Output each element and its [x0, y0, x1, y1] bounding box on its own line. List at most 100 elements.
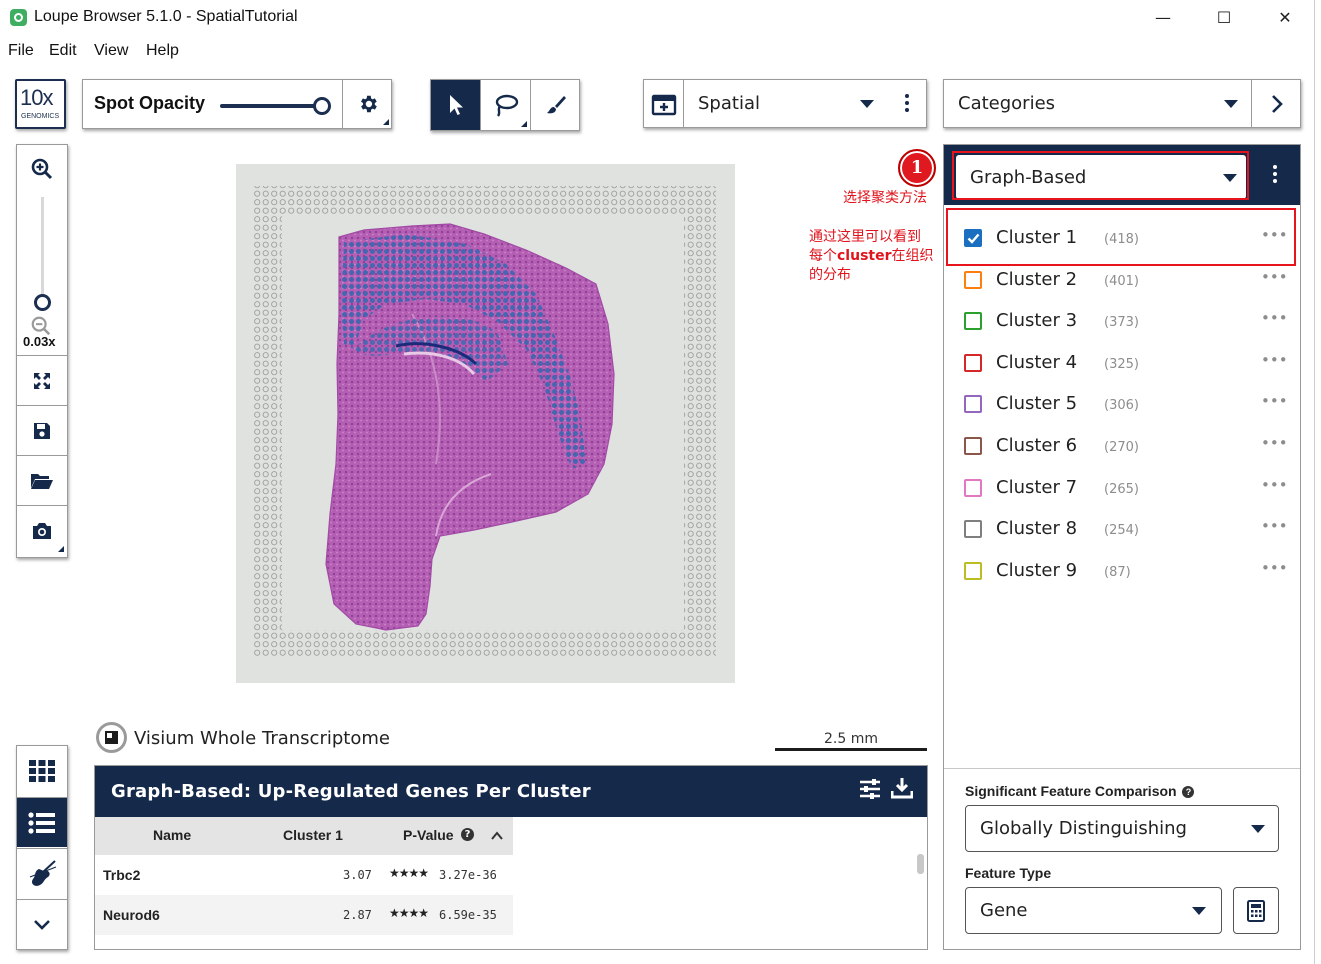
chevron-down-icon [1192, 907, 1206, 915]
maximize-button[interactable]: ☐ [1209, 6, 1239, 30]
logo-mark: 10x [20, 85, 53, 110]
calculator-button[interactable] [1233, 887, 1279, 934]
help-icon[interactable]: ? [1182, 786, 1195, 798]
cluster-checkbox[interactable] [964, 312, 982, 331]
lasso-tool-button[interactable] [480, 80, 530, 130]
menu-edit[interactable]: Edit [49, 42, 77, 60]
spot-opacity-slider-handle[interactable] [313, 97, 331, 115]
gene-panel-title: Graph-Based: Up-Regulated Genes Per Clus… [111, 781, 591, 802]
cluster-checkbox[interactable] [964, 437, 982, 455]
list-icon [28, 811, 55, 834]
column-header-pvalue[interactable]: P-Value [403, 827, 454, 843]
screenshot-button[interactable] [17, 505, 67, 555]
selection-tool-group [430, 79, 580, 131]
cluster-row[interactable]: Cluster 3 (373) ••• [964, 307, 1288, 337]
cluster-more-button[interactable]: ••• [1261, 351, 1288, 369]
folder-open-icon [31, 473, 53, 489]
open-file-button[interactable] [17, 455, 67, 505]
brush-tool-button[interactable] [530, 80, 580, 130]
menu-help[interactable]: Help [146, 42, 179, 60]
step-badge: 1 [898, 149, 936, 187]
categories-next-button[interactable] [1251, 80, 1301, 127]
export-button[interactable] [890, 777, 914, 803]
cluster-more-button[interactable]: ••• [1261, 309, 1288, 327]
save-button[interactable] [17, 405, 67, 455]
violin-plot-button[interactable] [17, 848, 67, 898]
view-mode-button[interactable] [644, 80, 684, 127]
pointer-tool-button[interactable] [431, 80, 481, 130]
zoom-slider-track[interactable] [41, 197, 44, 303]
cluster-row[interactable]: Cluster 7 (265) ••• [964, 474, 1288, 504]
zoom-level: 0.03x [23, 334, 56, 349]
annotation-choose-method: 选择聚类方法 [843, 190, 927, 206]
cluster-checkbox[interactable] [964, 478, 982, 497]
help-icon[interactable]: ? [461, 828, 474, 841]
corner-indicator-icon [521, 121, 527, 127]
view-select[interactable]: Spatial [643, 79, 927, 128]
table-row[interactable]: Trbc2 3.07 ★★★★ 3.27e-36 [95, 855, 513, 895]
logo-subtitle: GENOMICS [21, 113, 60, 120]
chevron-down-icon [34, 919, 50, 930]
table-row[interactable]: Neurod6 2.87 ★★★★ 6.59e-35 [95, 895, 513, 935]
menu-file[interactable]: File [8, 42, 34, 60]
cluster-checkbox[interactable] [964, 520, 982, 539]
cluster-row[interactable]: Cluster 4 (325) ••• [964, 349, 1288, 379]
cluster-count: (401) [1104, 273, 1139, 289]
cluster-checkbox[interactable] [964, 270, 982, 289]
categories-select[interactable]: Categories [943, 79, 1301, 128]
panel-divider [944, 768, 1300, 769]
cluster-menu-button[interactable] [1273, 165, 1277, 183]
table-scrollbar[interactable] [917, 854, 924, 874]
cluster-more-button[interactable]: ••• [1261, 517, 1288, 535]
cluster-more-button[interactable]: ••• [1261, 392, 1288, 410]
table-settings-button[interactable] [859, 779, 881, 803]
cluster-checkbox[interactable] [964, 561, 982, 580]
view-more-button[interactable] [905, 94, 909, 112]
paintbrush-icon [546, 96, 566, 114]
cluster-row[interactable]: Cluster 5 (306) ••• [964, 390, 1288, 420]
sort-ascending-icon[interactable] [491, 831, 503, 840]
column-header-name[interactable]: Name [153, 827, 191, 843]
collapse-panel-button[interactable] [17, 899, 67, 949]
cluster-name: Cluster 9 [996, 559, 1078, 581]
cluster-more-button[interactable]: ••• [1261, 476, 1288, 494]
gene-value: 3.07 [343, 868, 372, 882]
cluster-checkbox[interactable] [964, 353, 982, 372]
cluster-checkbox[interactable] [964, 395, 982, 414]
grid-view-button[interactable] [17, 746, 67, 796]
table-header-row: Name Cluster 1 P-Value ? [95, 817, 513, 855]
cluster-name: Cluster 5 [996, 393, 1078, 415]
cluster-row[interactable]: Cluster 6 (270) ••• [964, 432, 1288, 462]
cluster-row[interactable]: Cluster 2 (401) ••• [964, 266, 1288, 296]
cluster-name: Cluster 7 [996, 476, 1078, 498]
chevron-down-icon [1224, 100, 1238, 108]
cluster-row[interactable]: Cluster 9 (87) ••• [964, 557, 1288, 587]
cluster-row[interactable]: Cluster 8 (254) ••• [964, 515, 1288, 545]
spot-opacity-slider-track[interactable] [220, 104, 320, 108]
column-header-cluster[interactable]: Cluster 1 [283, 827, 343, 843]
zoom-in-button[interactable] [30, 157, 54, 185]
zoom-toolbar: 0.03x [16, 144, 68, 558]
calendar-plus-icon [651, 94, 676, 115]
annotation-line-2: 每个cluster在组织 [809, 247, 934, 266]
feature-type-select[interactable]: Gene [965, 887, 1222, 934]
gene-pvalue: 6.59e-35 [439, 908, 497, 922]
tissue-image-viewer[interactable] [236, 164, 735, 683]
chevron-right-icon [1271, 94, 1283, 113]
cluster-more-button[interactable]: ••• [1261, 559, 1288, 577]
zoom-slider-handle[interactable] [34, 294, 51, 311]
menu-view[interactable]: View [94, 42, 128, 60]
cluster-name: Cluster 2 [996, 268, 1078, 290]
close-button[interactable]: ✕ [1270, 6, 1300, 30]
cluster-more-button[interactable]: ••• [1261, 268, 1288, 286]
spot-settings-button[interactable] [342, 80, 392, 128]
cluster-more-button[interactable]: ••• [1261, 434, 1288, 452]
cluster-count: (325) [1104, 356, 1139, 372]
minimize-button[interactable]: — [1148, 6, 1178, 30]
annotation-line-1: 通过这里可以看到 [809, 229, 921, 245]
list-view-button[interactable] [17, 797, 67, 847]
background-window-edge [1314, 0, 1321, 964]
fit-to-screen-button[interactable] [17, 355, 67, 405]
significant-feature-select[interactable]: Globally Distinguishing [965, 805, 1279, 852]
significance-stars: ★★★★ [389, 906, 429, 920]
